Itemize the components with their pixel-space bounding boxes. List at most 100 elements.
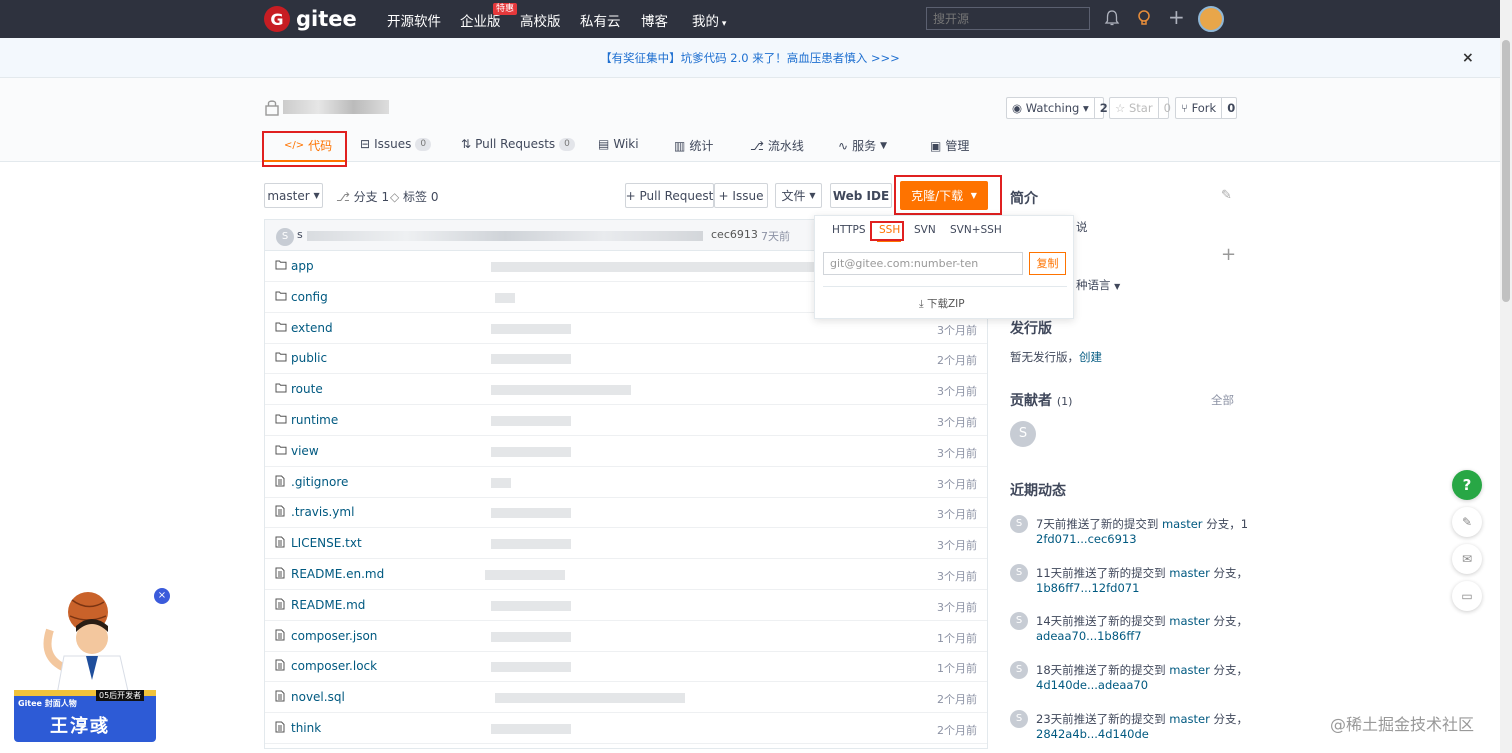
activity-branch-link[interactable]: master — [1169, 614, 1210, 628]
file-name[interactable]: public — [291, 351, 327, 365]
activity-avatar[interactable]: S — [1010, 612, 1028, 631]
branches-link[interactable]: ⎇ 分支 1 — [336, 188, 389, 205]
tab-manage[interactable]: ▣ 管理 — [930, 137, 969, 154]
file-name[interactable]: extend — [291, 321, 333, 335]
clone-tab-svn-ssh[interactable]: SVN+SSH — [950, 224, 1002, 236]
file-row[interactable]: README.en.md 3个月前 — [265, 559, 987, 590]
activity-commit-range[interactable]: 2fd071...cec6913 — [1036, 532, 1137, 546]
file-name[interactable]: config — [291, 290, 328, 304]
promo-close-icon[interactable]: × — [154, 588, 170, 604]
commit-avatar[interactable]: S — [276, 228, 294, 246]
help-button[interactable]: ? — [1452, 470, 1482, 500]
nav-blog[interactable]: 博客 — [641, 10, 668, 30]
promo-widget[interactable]: Gitee 封面人物 05后开发者 王淳彧 — [10, 590, 160, 745]
commit-hash[interactable]: cec6913 — [711, 228, 758, 241]
file-row[interactable]: route 3个月前 — [265, 374, 987, 406]
file-name[interactable]: route — [291, 382, 323, 396]
file-name[interactable]: README.md — [291, 598, 365, 612]
tab-wiki[interactable]: ▤ Wiki — [598, 137, 639, 151]
activity-desc: 11天前推送了新的提交到 — [1036, 565, 1166, 580]
nav-university[interactable]: 高校版 — [520, 10, 561, 30]
plus-icon[interactable]: + — [1168, 5, 1185, 29]
create-release-link[interactable]: 创建 — [1079, 350, 1102, 364]
chat-icon[interactable]: ▭ — [1452, 581, 1482, 611]
new-issue-button[interactable]: + Issue — [714, 183, 768, 208]
activity-branch-link[interactable]: master — [1169, 663, 1210, 677]
clone-url-input[interactable]: git@gitee.com:number-ten — [823, 252, 1023, 275]
file-name[interactable]: think — [291, 721, 321, 735]
download-zip-link[interactable]: ⤓ 下载ZIP — [919, 296, 965, 311]
activity-commit-range[interactable]: 1b86ff7...12fd071 — [1036, 581, 1139, 595]
edit-icon[interactable]: ✎ — [1221, 188, 1232, 203]
file-row[interactable]: runtime 3个月前 — [265, 405, 987, 436]
tab-stats[interactable]: ▥ 统计 — [674, 137, 713, 154]
activity-commit-range[interactable]: 2842a4b...4d140de — [1036, 727, 1149, 741]
file-name[interactable]: README.en.md — [291, 567, 384, 581]
watch-button[interactable]: ◉ Watching ▾ 2 — [1006, 97, 1108, 119]
activity-avatar[interactable]: S — [1010, 515, 1028, 533]
tab-services[interactable]: ∿ 服务 ▼ — [838, 137, 887, 154]
copy-button[interactable]: 复制 — [1029, 252, 1066, 275]
file-row[interactable]: composer.json 1个月前 — [265, 621, 987, 652]
file-row[interactable]: .gitignore 3个月前 — [265, 467, 987, 498]
file-row[interactable]: public 2个月前 — [265, 343, 987, 375]
commit-author[interactable]: s — [297, 228, 303, 241]
clone-tab-svn[interactable]: SVN — [914, 224, 936, 236]
new-pull-request-button[interactable]: + Pull Request — [625, 183, 714, 208]
file-row[interactable]: LICENSE.txt 3个月前 — [265, 528, 987, 560]
file-row[interactable]: .travis.yml 3个月前 — [265, 497, 987, 529]
clone-tab-https[interactable]: HTTPS — [832, 224, 866, 236]
file-name[interactable]: .gitignore — [291, 475, 348, 489]
contributors-all-link[interactable]: 全部 — [1211, 392, 1234, 408]
activity-branch-link[interactable]: master — [1169, 566, 1210, 580]
activity-avatar[interactable]: S — [1010, 661, 1028, 680]
file-name[interactable]: app — [291, 259, 314, 273]
file-row[interactable]: view 3个月前 — [265, 436, 987, 467]
activity-commit-range[interactable]: adeaa70...1b86ff7 — [1036, 629, 1142, 643]
file-row[interactable]: think 2个月前 — [265, 713, 987, 744]
nav-private-cloud[interactable]: 私有云 — [580, 10, 621, 30]
activity-avatar[interactable]: S — [1010, 709, 1028, 728]
file-row[interactable]: README.md 3个月前 — [265, 590, 987, 621]
mail-icon[interactable]: ✉ — [1452, 544, 1482, 574]
file-name[interactable]: composer.json — [291, 629, 377, 643]
activity-branch-link[interactable]: master — [1162, 517, 1203, 531]
star-button[interactable]: ☆ Star 0 — [1109, 97, 1171, 119]
search-input[interactable] — [926, 7, 1090, 30]
file-name[interactable]: view — [291, 444, 319, 458]
tab-pull-requests[interactable]: ⇅ Pull Requests 0 — [461, 137, 575, 151]
fork-button[interactable]: ⑂ Fork 0 — [1175, 97, 1237, 119]
contributor-avatar[interactable]: S — [1010, 421, 1036, 447]
banner-link[interactable]: 【有奖征集中】坑爹代码 2.0 来了！高血压患者慎入 >>> — [600, 51, 900, 65]
commit-message-blurred — [495, 693, 685, 704]
scrollbar-thumb[interactable] — [1502, 40, 1510, 302]
bell-icon[interactable] — [1104, 9, 1120, 31]
user-avatar[interactable] — [1198, 6, 1224, 32]
file-name[interactable]: novel.sql — [291, 690, 345, 704]
star-count[interactable]: 0 — [1157, 98, 1176, 118]
file-menu-button[interactable]: 文件 ▼ — [775, 183, 822, 208]
branch-select[interactable]: master ▼ — [264, 183, 323, 208]
close-icon[interactable]: × — [1462, 38, 1474, 78]
feedback-icon[interactable]: ✎ — [1452, 507, 1482, 537]
nav-open-source[interactable]: 开源软件 — [387, 10, 441, 30]
file-row[interactable]: novel.sql 2个月前 — [265, 682, 987, 714]
activity-commit-range[interactable]: 4d140de...adeaa70 — [1036, 678, 1148, 692]
tab-pipeline[interactable]: ⎇ 流水线 — [750, 137, 804, 154]
file-name[interactable]: runtime — [291, 413, 338, 427]
lightbulb-icon[interactable] — [1136, 9, 1152, 31]
nav-mine[interactable]: 我的 ▾ — [692, 10, 726, 30]
web-ide-button[interactable]: Web IDE — [830, 183, 892, 208]
activity-branch-link[interactable]: master — [1169, 712, 1210, 726]
gitee-logo[interactable]: G gitee — [264, 6, 357, 32]
tags-link[interactable]: ◇ 标签 0 — [390, 188, 439, 205]
file-row[interactable]: composer.lock 1个月前 — [265, 651, 987, 683]
tab-issues[interactable]: ⊟ Issues 0 — [360, 137, 432, 151]
file-name[interactable]: LICENSE.txt — [291, 536, 362, 550]
activity-avatar[interactable]: S — [1010, 563, 1028, 582]
language-text[interactable]: 种语言 ▼ — [1076, 277, 1120, 293]
add-icon[interactable]: + — [1221, 244, 1236, 265]
fork-count[interactable]: 0 — [1221, 98, 1240, 118]
file-name[interactable]: composer.lock — [291, 659, 377, 673]
file-name[interactable]: .travis.yml — [291, 505, 354, 519]
